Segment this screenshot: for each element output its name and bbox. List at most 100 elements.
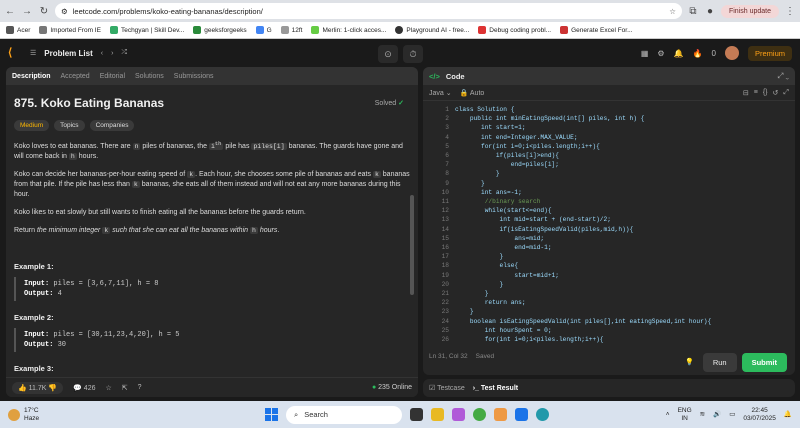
chrome-icon[interactable]	[473, 408, 486, 421]
like-button[interactable]: 👍 11.7K 👎	[12, 381, 64, 394]
code-line[interactable]: while(start<=end){	[455, 206, 795, 215]
volume-icon[interactable]: 🔊	[713, 411, 721, 419]
code-line[interactable]: }	[455, 252, 795, 261]
code-line[interactable]: ans=mid;	[455, 234, 795, 243]
bookmark-item[interactable]: Debug coding probl...	[478, 26, 551, 34]
code-line[interactable]: public int minEatingSpeed(int[] piles, i…	[455, 114, 795, 123]
vscode-icon[interactable]	[515, 408, 528, 421]
code-line[interactable]: if(isEatingSpeedValid(piles,mid,h)){	[455, 225, 795, 234]
bookmark-item[interactable]: Imported From IE	[39, 26, 101, 34]
bookmark-item[interactable]: Acer	[6, 26, 30, 34]
forward-icon[interactable]: →	[21, 6, 33, 17]
tab-description[interactable]: Description	[12, 73, 51, 80]
shuffle-icon[interactable]: ⤮	[121, 49, 127, 57]
premium-button[interactable]: Premium	[747, 45, 792, 61]
code-line[interactable]: //binary search	[455, 197, 795, 206]
star-icon[interactable]: ☆	[105, 384, 111, 392]
debug-icon[interactable]: ⊙	[378, 45, 398, 63]
code-line[interactable]: }	[455, 289, 795, 298]
avatar[interactable]	[724, 46, 739, 60]
code-line[interactable]: end=mid-1;	[455, 243, 795, 252]
code-line[interactable]: for(int i=0;i<piles.length;i++){	[455, 142, 795, 151]
fire-icon[interactable]: 🔥	[693, 49, 703, 58]
tab-editorial[interactable]: Editorial	[100, 73, 125, 80]
tab-solutions[interactable]: Solutions	[135, 73, 164, 80]
code-line[interactable]: int hourSpent = 0;	[455, 326, 795, 335]
bookmark-icon[interactable]: ⊟	[743, 89, 749, 97]
reload-icon[interactable]: ↻	[38, 6, 50, 17]
chevron-up-icon[interactable]: ˄	[666, 411, 670, 419]
code-line[interactable]: }	[455, 280, 795, 289]
problem-list-icon[interactable]: ☰	[30, 49, 36, 57]
bookmark-item[interactable]: Techgyan | Skill Dev...	[109, 26, 184, 34]
bulb-icon[interactable]: 💡	[681, 353, 698, 372]
maximize-icon[interactable]: ⤢ ⌄	[777, 71, 789, 81]
file-explorer-icon[interactable]	[431, 408, 444, 421]
comments-button[interactable]: 💬 426	[73, 384, 95, 392]
copilot-icon[interactable]	[452, 408, 465, 421]
notification-icon[interactable]: 🔔	[784, 411, 792, 419]
bookmark-item[interactable]: Generate Excel For...	[560, 26, 633, 34]
bookmark-item[interactable]: G	[255, 26, 272, 34]
timer-icon[interactable]: ⏱	[403, 45, 423, 63]
code-line[interactable]: }	[455, 307, 795, 316]
bookmark-item[interactable]: Merlin: 1-click acces...	[311, 26, 386, 34]
code-line[interactable]: if(piles[i]>end){	[455, 151, 795, 160]
address-bar[interactable]: ⚙ leetcode.com/problems/koko-eating-bana…	[55, 3, 682, 19]
back-icon[interactable]: ←	[4, 6, 16, 17]
layout-icon[interactable]: ▦	[641, 49, 649, 58]
star-icon[interactable]: ☆	[669, 7, 676, 16]
code-line[interactable]: int ans=-1;	[455, 188, 795, 197]
settings-icon[interactable]: ⚙	[657, 49, 664, 58]
submit-button[interactable]: Submit	[741, 353, 787, 372]
share-icon[interactable]: ⇱	[122, 384, 128, 392]
extensions-icon[interactable]: ⧉	[687, 6, 699, 17]
braces-icon[interactable]: {}	[763, 89, 768, 97]
code-line[interactable]: int end=Integer.MAX_VALUE;	[455, 133, 795, 142]
taskbar-search[interactable]: ⌕ Search	[286, 405, 402, 424]
finish-update-button[interactable]: Finish update	[720, 4, 779, 18]
notifications-icon[interactable]: 🔔	[674, 49, 684, 58]
tab-submissions[interactable]: Submissions	[174, 73, 214, 80]
reset-icon[interactable]: ↺	[773, 89, 779, 97]
code-line[interactable]: int mid=start + (end-start)/2;	[455, 215, 795, 224]
format-icon[interactable]: ≡	[754, 89, 758, 97]
code-line[interactable]: class Solution {	[455, 105, 795, 114]
code-line[interactable]: for(int i=0;i<piles.length;i++){	[455, 335, 795, 344]
bookmark-item[interactable]: Playground AI - free...	[395, 26, 469, 34]
test-result-tab[interactable]: ›_ Test Result	[473, 385, 518, 392]
battery-icon[interactable]: ▭	[729, 411, 735, 419]
wifi-icon[interactable]: ≋	[700, 411, 705, 419]
next-problem-icon[interactable]: ›	[111, 50, 113, 57]
fullscreen-icon[interactable]: ⤢	[783, 89, 789, 97]
weather-widget[interactable]: 17°C Haze	[8, 407, 39, 423]
tab-accepted[interactable]: Accepted	[61, 73, 90, 80]
scrollbar[interactable]	[410, 195, 414, 295]
topics-tag[interactable]: Topics	[54, 120, 85, 131]
code-line[interactable]: return ans;	[455, 298, 795, 307]
code-line[interactable]: int start=1;	[455, 123, 795, 132]
prev-problem-icon[interactable]: ‹	[101, 50, 103, 57]
code-line[interactable]: }	[455, 169, 795, 178]
windows-start-icon[interactable]	[265, 408, 278, 421]
problem-list-link[interactable]: Problem List	[44, 49, 92, 58]
language-select[interactable]: Java ⌄	[429, 89, 452, 97]
run-button[interactable]: Run	[702, 353, 737, 372]
help-icon[interactable]: ?	[138, 384, 142, 391]
leetcode-logo-icon[interactable]: ⟨	[8, 46, 22, 60]
code-line[interactable]: boolean isEatingSpeedValid(int piles[],i…	[455, 317, 795, 326]
chrome-profile-icon[interactable]	[494, 408, 507, 421]
difficulty-badge[interactable]: Medium	[14, 120, 50, 131]
bookmark-item[interactable]: 12ft	[280, 26, 302, 34]
code-line[interactable]: start=mid+1;	[455, 271, 795, 280]
auto-mode[interactable]: 🔒 Auto	[460, 89, 485, 97]
code-line[interactable]: else{	[455, 261, 795, 270]
edge-icon[interactable]	[536, 408, 549, 421]
menu-icon[interactable]: ⋮	[784, 6, 796, 17]
language-indicator[interactable]: ENG IN	[678, 407, 692, 423]
code-editor[interactable]: 1 2 3 4 5 6 7 8 9 10 11 12 13 14 15 16 17 18 19 20 21 22 23 24 2…	[423, 101, 795, 349]
profile-icon[interactable]: ●	[704, 6, 716, 17]
testcase-tab[interactable]: ☑ Testcase	[429, 384, 465, 392]
task-view-icon[interactable]	[410, 408, 423, 421]
code-line[interactable]: end=piles[i];	[455, 160, 795, 169]
